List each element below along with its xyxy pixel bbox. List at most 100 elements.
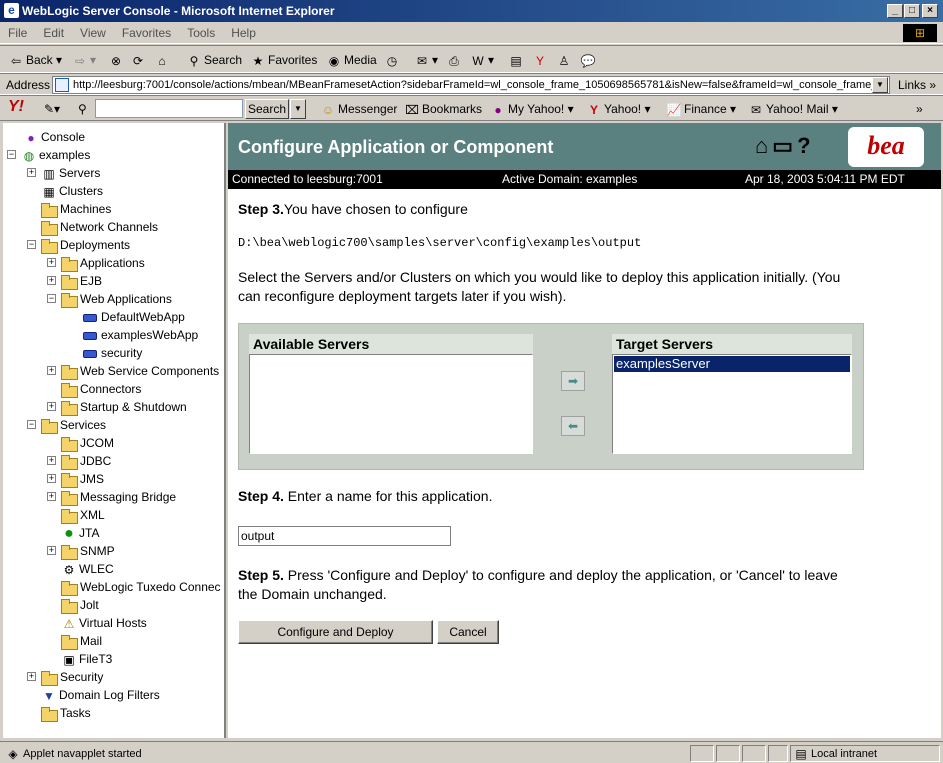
tree-item-wlec[interactable]: ⚙ WLEC — [61, 560, 114, 578]
refresh-button[interactable]: ⟳ — [130, 50, 148, 70]
menu-file[interactable]: File — [0, 22, 35, 44]
tree-item-jdbc[interactable]: JDBC — [61, 452, 111, 471]
expand-icon[interactable]: + — [47, 276, 56, 285]
help-icon[interactable]: ? — [797, 133, 814, 158]
available-servers-list[interactable] — [249, 354, 533, 454]
tree-item-jolt[interactable]: Jolt — [61, 596, 99, 615]
history-button[interactable]: ◷ — [384, 50, 402, 70]
yahoo-search-dropdown[interactable]: ▼ — [290, 99, 306, 119]
tree-item-network-channels[interactable]: Network Channels — [41, 218, 158, 237]
windows-icon[interactable]: ▭ — [772, 133, 797, 158]
yahoo-link[interactable]: Y Yahoo! ▾ — [586, 101, 651, 118]
cancel-button[interactable]: Cancel — [437, 620, 499, 644]
tree-item-servers[interactable]: ▥ Servers — [41, 164, 100, 182]
messenger-link[interactable]: ☺ Messenger — [320, 101, 398, 118]
move-left-arrow-icon[interactable]: ⬅ — [561, 416, 585, 436]
yahoo-search-button[interactable]: Search — [245, 99, 289, 119]
expand-icon[interactable]: + — [27, 672, 36, 681]
home-icon[interactable]: ⌂ — [755, 133, 772, 158]
links-button[interactable]: Links » — [898, 78, 936, 92]
forward-button[interactable]: ⇨ ▾ — [72, 50, 96, 70]
tree-item-machines[interactable]: Machines — [41, 200, 111, 219]
menu-view[interactable]: View — [72, 22, 114, 44]
tree-item-applications[interactable]: Applications — [61, 254, 145, 273]
window-title-bar[interactable]: e WebLogic Server Console - Microsoft In… — [0, 0, 943, 22]
collapse-icon[interactable]: − — [7, 150, 16, 159]
mail-button[interactable]: ✉ ▾ — [414, 50, 438, 70]
tree-item-security[interactable]: Security — [41, 668, 103, 687]
tree-item-examples[interactable]: ◍ examples — [21, 146, 91, 164]
tree-item-exampleswebapp[interactable]: examplesWebApp — [83, 326, 198, 344]
tree-item-console[interactable]: ● Console — [23, 128, 85, 146]
target-servers-list[interactable]: examplesServer — [612, 354, 852, 454]
my-yahoo-link[interactable]: ● My Yahoo! ▾ — [490, 101, 573, 118]
maximize-button[interactable]: □ — [904, 4, 920, 18]
tree-item-web-applications[interactable]: Web Applications — [61, 290, 172, 309]
back-button[interactable]: ⇦ Back ▾ — [8, 50, 62, 70]
menu-favorites[interactable]: Favorites — [114, 22, 179, 44]
yahoo-search-input[interactable] — [95, 99, 243, 118]
pencil-icon[interactable]: ✎▾ — [44, 101, 60, 117]
favorites-button[interactable]: ★ Favorites — [250, 50, 318, 70]
collapse-icon[interactable]: − — [27, 240, 36, 249]
media-button[interactable]: ◉ Media — [326, 50, 377, 70]
stop-button[interactable]: ⊗ — [108, 50, 126, 70]
tree-item-jcom[interactable]: JCOM — [61, 434, 114, 453]
collapse-icon[interactable]: − — [27, 420, 36, 429]
tree-item-services[interactable]: Services — [41, 416, 106, 435]
tree-item-web-service-components[interactable]: Web Service Components — [61, 362, 219, 381]
tree-item-connectors[interactable]: Connectors — [61, 380, 141, 399]
finance-link[interactable]: 📈 Finance ▾ — [666, 101, 737, 118]
edit-button[interactable]: W ▾ — [470, 50, 494, 70]
yahoo-companion-button[interactable]: Y — [532, 50, 550, 70]
security-zone[interactable]: ▤ Local intranet — [790, 745, 940, 762]
menu-help[interactable]: Help — [223, 22, 264, 44]
tree-item-filet3[interactable]: ▣ FileT3 — [61, 650, 112, 668]
expand-icon[interactable]: + — [47, 456, 56, 465]
yahoo-logo-icon[interactable]: Y! — [8, 99, 24, 115]
move-right-arrow-icon[interactable]: ➡ — [561, 371, 585, 391]
close-button[interactable]: × — [922, 4, 938, 18]
print-button[interactable]: ⎙ — [446, 50, 464, 70]
tree-item-weblogic-tuxedo[interactable]: WebLogic Tuxedo Connec — [61, 578, 221, 597]
tree-item-snmp[interactable]: SNMP — [61, 542, 115, 561]
discuss-button[interactable]: ▤ — [508, 50, 526, 70]
address-input[interactable]: http://leesburg:7001/console/actions/mbe… — [52, 76, 890, 94]
expand-icon[interactable]: + — [47, 258, 56, 267]
messenger-toolbar-button[interactable]: ♙ — [556, 50, 574, 70]
expand-icon[interactable]: + — [47, 492, 56, 501]
expand-icon[interactable]: + — [47, 546, 56, 555]
tree-item-ejb[interactable]: EJB — [61, 272, 102, 291]
home-button[interactable]: ⌂ — [154, 50, 172, 70]
expand-icon[interactable]: + — [47, 366, 56, 375]
minimize-button[interactable]: _ — [887, 4, 903, 18]
tree-item-jms[interactable]: JMS — [61, 470, 104, 489]
chat-button[interactable]: 💬 — [580, 50, 598, 70]
expand-icon[interactable]: + — [47, 402, 56, 411]
target-server-option[interactable]: examplesServer — [614, 356, 850, 372]
menu-tools[interactable]: Tools — [179, 22, 223, 44]
yahoo-more-chevron[interactable]: » — [916, 101, 923, 117]
collapse-icon[interactable]: − — [47, 294, 56, 303]
tree-item-clusters[interactable]: ▦ Clusters — [41, 182, 103, 200]
configure-and-deploy-button[interactable]: Configure and Deploy — [238, 620, 433, 644]
tree-item-tasks[interactable]: Tasks — [41, 704, 91, 723]
expand-icon[interactable]: + — [27, 168, 36, 177]
expand-icon[interactable]: + — [47, 474, 56, 483]
yahoo-mail-link[interactable]: ✉ Yahoo! Mail ▾ — [748, 101, 838, 118]
address-dropdown-button[interactable]: ▼ — [872, 77, 888, 93]
menu-edit[interactable]: Edit — [35, 22, 72, 44]
tree-item-virtual-hosts[interactable]: ⚠ Virtual Hosts — [61, 614, 147, 632]
tree-item-messaging-bridge[interactable]: Messaging Bridge — [61, 488, 176, 507]
tree-item-deployments[interactable]: Deployments — [41, 236, 130, 255]
search-button[interactable]: ⚲ Search — [186, 50, 242, 70]
tree-item-domain-log-filters[interactable]: ▼ Domain Log Filters — [41, 686, 160, 704]
tree-item-security-webapp[interactable]: security — [83, 344, 142, 362]
tree-item-defaultwebapp[interactable]: DefaultWebApp — [83, 308, 185, 326]
tree-item-startup-shutdown[interactable]: Startup & Shutdown — [61, 398, 187, 417]
application-name-input[interactable]: output — [238, 526, 451, 546]
bookmarks-link[interactable]: ⌧ Bookmarks — [404, 101, 482, 118]
tree-item-mail[interactable]: Mail — [61, 632, 102, 651]
tree-item-jta[interactable]: ● JTA — [61, 524, 99, 542]
tree-item-xml[interactable]: XML — [61, 506, 105, 525]
